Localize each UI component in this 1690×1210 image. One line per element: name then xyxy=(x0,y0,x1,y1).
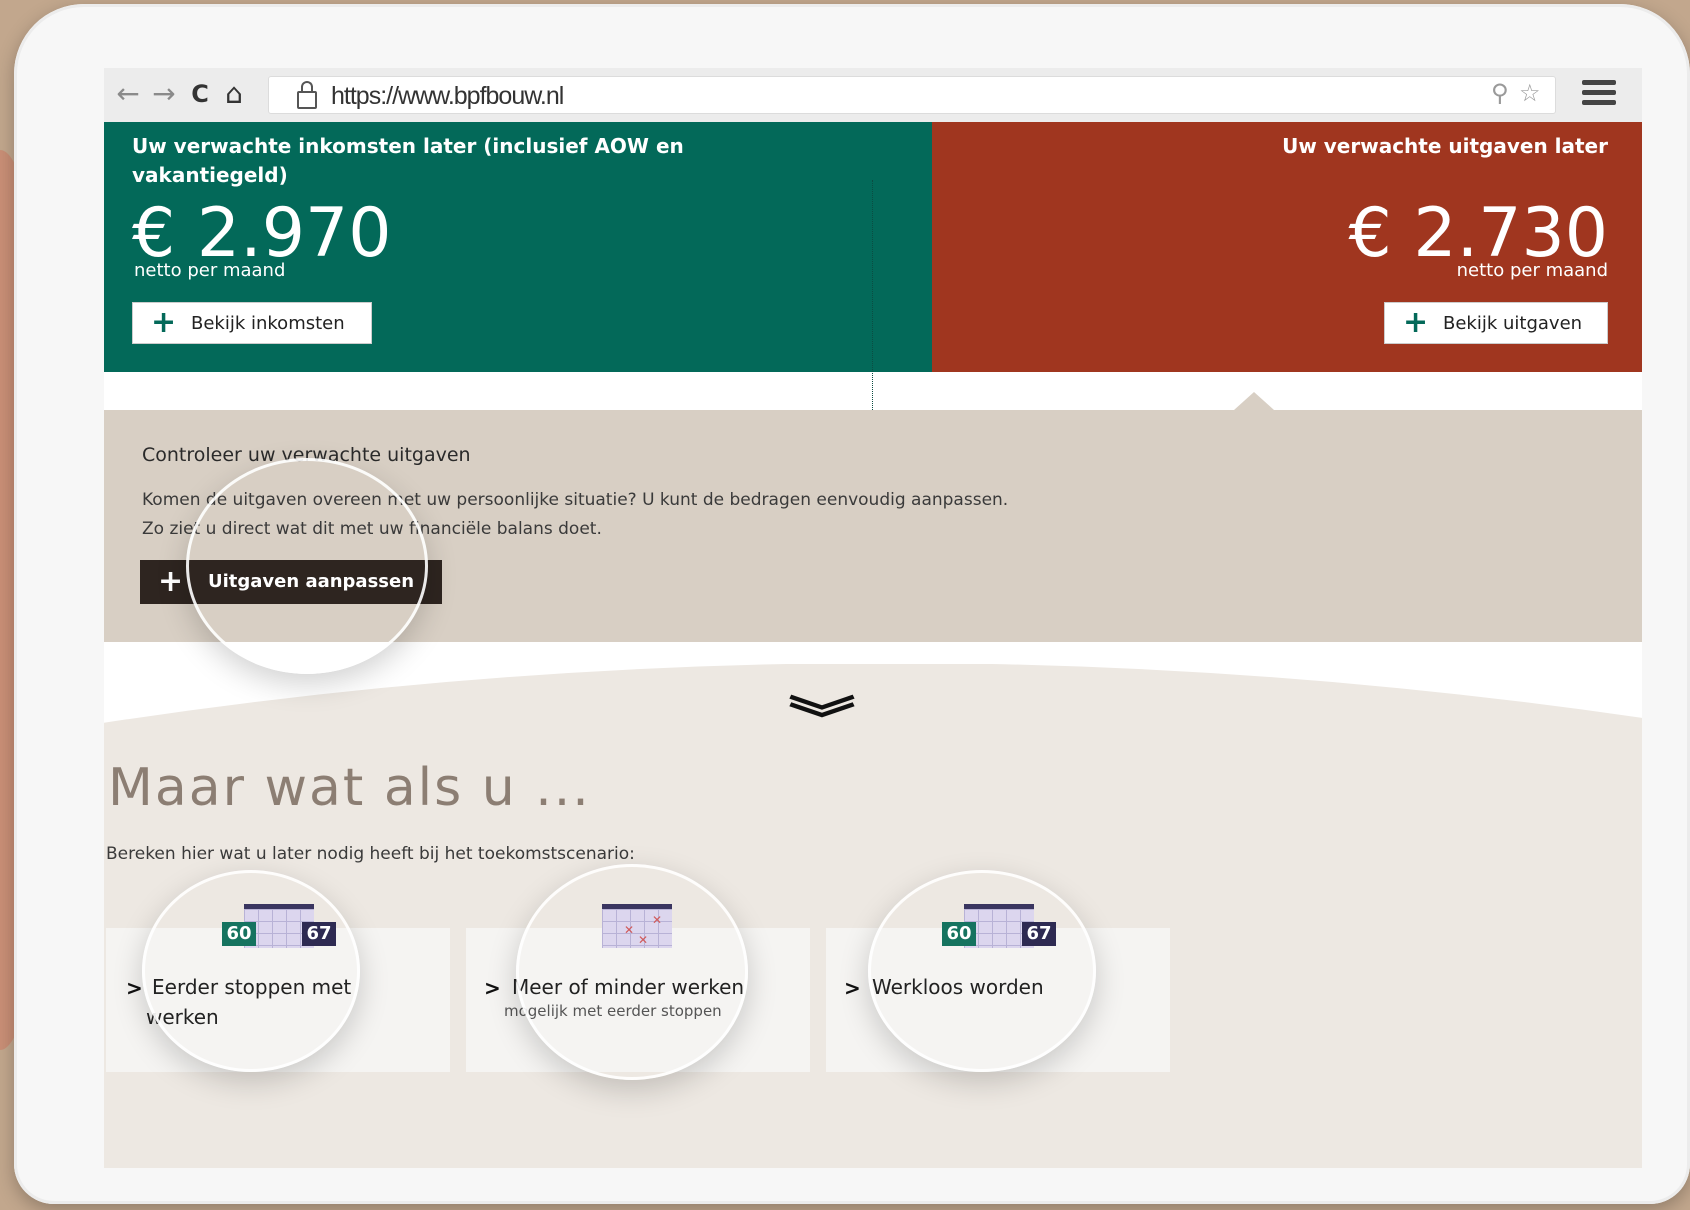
zoom-icon[interactable]: ⚲ xyxy=(1491,79,1509,107)
view-income-button[interactable]: + Bekijk inkomsten xyxy=(132,302,372,344)
view-income-label: Bekijk inkomsten xyxy=(191,313,345,334)
hamburger-menu-icon[interactable] xyxy=(1582,80,1616,110)
chevron-right-icon: > xyxy=(126,976,143,1000)
plus-icon: + xyxy=(158,564,184,599)
expense-title: Uw verwachte uitgaven later xyxy=(1282,134,1608,158)
reload-icon[interactable]: C xyxy=(184,78,216,110)
forward-arrow-icon[interactable]: → xyxy=(148,78,180,110)
highlight-circle xyxy=(142,870,360,1072)
expense-panel: Uw verwachte uitgaven later € 2.730 nett… xyxy=(932,122,1642,372)
highlight-circle xyxy=(186,458,428,674)
browser-toolbar: ← → C ⌂ https://www.bpfbouw.nl ⚲ ☆ xyxy=(104,68,1642,123)
scenarios-subtitle: Bereken hier wat u later nodig heeft bij… xyxy=(106,844,635,864)
income-panel: Uw verwachte inkomsten later (inclusief … xyxy=(104,122,932,424)
section-pointer xyxy=(1234,392,1274,410)
highlight-circle xyxy=(868,870,1096,1072)
back-arrow-icon[interactable]: ← xyxy=(112,78,144,110)
tablet-screen: ← → C ⌂ https://www.bpfbouw.nl ⚲ ☆ Uw ve… xyxy=(104,68,1642,1168)
chevron-right-icon: > xyxy=(484,976,501,1000)
tablet-frame: ← → C ⌂ https://www.bpfbouw.nl ⚲ ☆ Uw ve… xyxy=(14,4,1690,1204)
star-icon[interactable]: ☆ xyxy=(1519,79,1541,107)
lock-icon xyxy=(297,81,317,109)
income-unit: netto per maand xyxy=(134,260,286,281)
expense-unit: netto per maand xyxy=(1456,260,1608,281)
address-bar[interactable]: https://www.bpfbouw.nl ⚲ ☆ xyxy=(268,76,1556,114)
plus-icon: + xyxy=(151,305,177,340)
highlight-circle xyxy=(516,864,748,1080)
scenarios-heading: Maar wat als u ... xyxy=(108,758,591,818)
plus-icon: + xyxy=(1403,305,1429,340)
home-icon[interactable]: ⌂ xyxy=(218,78,250,110)
scroll-down-icon[interactable]: ︾ xyxy=(788,680,855,750)
panel-divider xyxy=(872,180,873,424)
view-expense-label: Bekijk uitgaven xyxy=(1443,313,1583,334)
chevron-right-icon: > xyxy=(844,976,861,1000)
view-expense-button[interactable]: + Bekijk uitgaven xyxy=(1384,302,1608,344)
income-title: Uw verwachte inkomsten later (inclusief … xyxy=(132,134,684,187)
url-text[interactable]: https://www.bpfbouw.nl xyxy=(331,82,564,111)
